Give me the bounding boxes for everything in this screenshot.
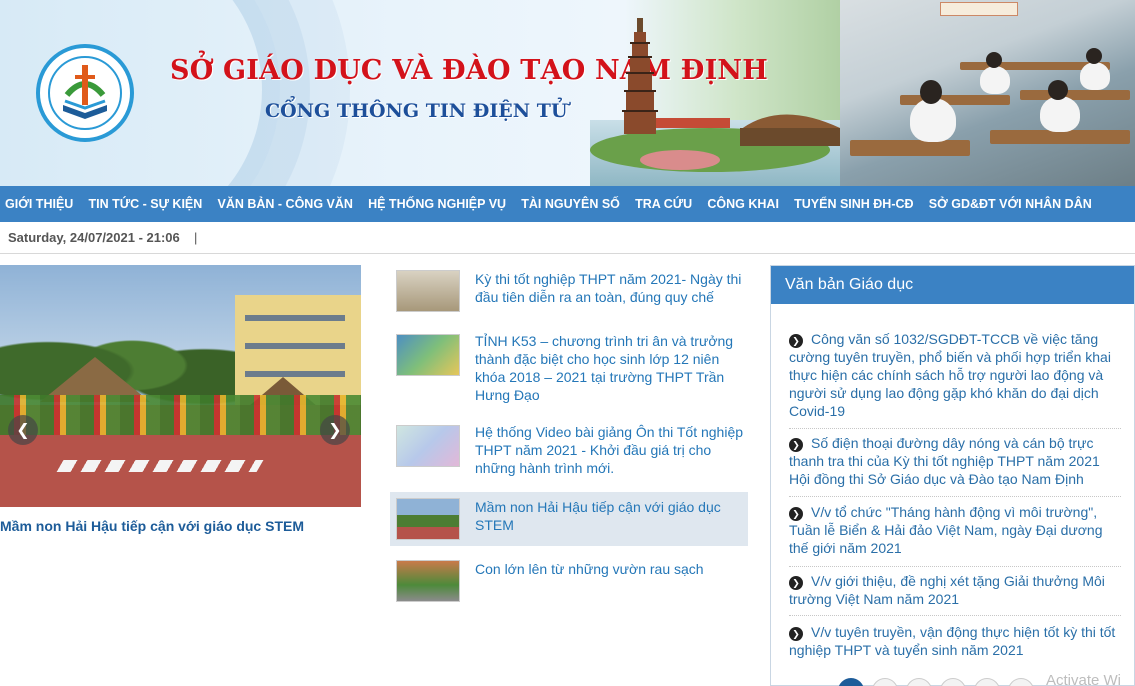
news-thumbnail [396,498,460,540]
document-link[interactable]: ❯ Số điện thoại đường dây nóng và cán bộ … [789,434,1121,488]
news-title-link[interactable]: Con lớn lên từ những vườn rau sạch [475,560,745,578]
news-thumbnail [396,334,460,376]
nav-item-tin-tuc[interactable]: TIN TỨC - SỰ KIỆN [81,186,210,222]
document-title: Số điện thoại đường dây nóng và cán bộ t… [789,435,1100,487]
document-title: V/v tổ chức "Tháng hành động vì môi trườ… [789,504,1103,556]
news-item[interactable]: Kỳ thi tốt nghiệp THPT năm 2021- Ngày th… [390,264,748,314]
os-activation-watermark: Activate Wi [1046,672,1122,686]
panel-heading: Văn bản Giáo dục [771,266,1134,304]
slider-prev-button[interactable]: ❮ [8,415,38,445]
chevron-right-icon: ❯ [328,422,342,439]
building-window-row [245,371,345,377]
portal-title: CỔNG THÔNG TIN ĐIỆN TỬ [265,100,568,122]
zebra-crossing [56,460,264,472]
desk [990,130,1130,144]
main-navigation: GIỚI THIỆU TIN TỨC - SỰ KIỆN VĂN BẢN - C… [0,186,1135,222]
nav-item-tai-nguyen[interactable]: TÀI NGUYÊN SỐ [514,186,628,222]
nav-item-cong-khai[interactable]: CÔNG KHAI [700,186,787,222]
divider [789,496,1121,497]
student-head [986,52,1002,68]
news-title-link[interactable]: Kỳ thi tốt nghiệp THPT năm 2021- Ngày th… [475,270,745,306]
nav-item-tra-cuu[interactable]: TRA CỨU [627,186,699,222]
chevron-right-circle-icon: ❯ [789,627,803,641]
document-link[interactable]: ❯ V/v giới thiệu, đề nghị xét tặng Giải t… [789,572,1121,608]
flower-beds [0,395,361,435]
desk [850,140,970,156]
chevron-left-icon: ❮ [16,422,30,439]
site-banner: SỞ GIÁO DỤC VÀ ĐÀO TẠO NAM ĐỊNH CỔNG THÔ… [0,0,1135,186]
pagoda-tower-image [622,18,658,134]
current-datetime: Saturday, 24/07/2021 - 21:06 [8,230,180,245]
document-title: V/v tuyên truyền, vận động thực hiện tốt… [789,624,1116,658]
classroom-photo [840,0,1135,186]
nav-item-tuyen-sinh[interactable]: TUYỂN SINH ĐH-CĐ [787,186,922,222]
building-window-row [245,343,345,349]
document-link[interactable]: ❯ V/v tổ chức "Tháng hành động vì môi trư… [789,503,1121,557]
student [910,98,956,142]
news-item[interactable]: Hệ thống Video bài giảng Ôn thi Tốt nghi… [390,419,748,481]
news-title-link[interactable]: TỈNH K53 – chương trình tri ân và trưởng… [475,332,745,404]
news-item-active[interactable]: Mầm non Hải Hậu tiếp cận với giáo dục ST… [390,492,748,546]
student [1040,96,1080,132]
nav-item-voi-nhan-dan[interactable]: SỞ GD&ĐT VỚI NHÂN DÂN [921,186,1099,222]
news-thumbnail [396,270,460,312]
school-building [235,295,361,405]
education-logo-icon [48,56,122,130]
featured-slider[interactable]: ❮ ❯ [0,265,361,507]
desk [1020,90,1130,100]
news-item[interactable]: TỈNH K53 – chương trình tri ân và trưởng… [390,328,748,408]
divider [789,566,1121,567]
document-title: V/v giới thiệu, đề nghị xét tặng Giải th… [789,573,1105,607]
student [1080,62,1110,90]
slider-next-button[interactable]: ❯ [320,415,350,445]
chevron-right-circle-icon: ❯ [789,576,803,590]
student-head [920,80,942,104]
divider [789,428,1121,429]
divider [789,615,1121,616]
news-thumbnail [396,560,460,602]
news-thumbnail [396,425,460,467]
student-head [1048,80,1068,100]
news-title-link[interactable]: Hệ thống Video bài giảng Ôn thi Tốt nghi… [475,423,745,477]
news-title-link[interactable]: Mầm non Hải Hậu tiếp cận với giáo dục ST… [475,498,745,534]
date-bar: Saturday, 24/07/2021 - 21:06 | [0,222,1135,254]
date-separator: | [194,230,198,245]
slide-caption-link[interactable]: Mầm non Hải Hậu tiếp cận với giáo dục ST… [0,518,304,534]
nav-item-van-ban[interactable]: VĂN BẢN - CÔNG VĂN [210,186,361,222]
document-link[interactable]: ❯ Công văn số 1032/SGDĐT-TCCB về việc tăn… [789,330,1121,420]
news-item[interactable]: Con lớn lên từ những vườn rau sạch [390,556,748,606]
building-window-row [245,315,345,321]
chevron-right-circle-icon: ❯ [789,438,803,452]
student [980,66,1010,94]
site-logo[interactable] [36,44,134,142]
student-head [1086,48,1102,64]
chevron-right-circle-icon: ❯ [789,334,803,348]
nav-item-gioi-thieu[interactable]: GIỚI THIỆU [0,186,81,222]
nav-item-he-thong[interactable]: HỆ THỐNG NGHIỆP VỤ [361,186,514,222]
exam-room-sign [940,2,1018,16]
chevron-right-circle-icon: ❯ [789,507,803,521]
document-title: Công văn số 1032/SGDĐT-TCCB về việc tăng… [789,331,1111,419]
education-documents-panel: Văn bản Giáo dục ❯ Công văn số 1032/SGDĐT… [770,265,1135,686]
document-link[interactable]: ❯ V/v tuyên truyền, vận động thực hiện tố… [789,623,1121,659]
